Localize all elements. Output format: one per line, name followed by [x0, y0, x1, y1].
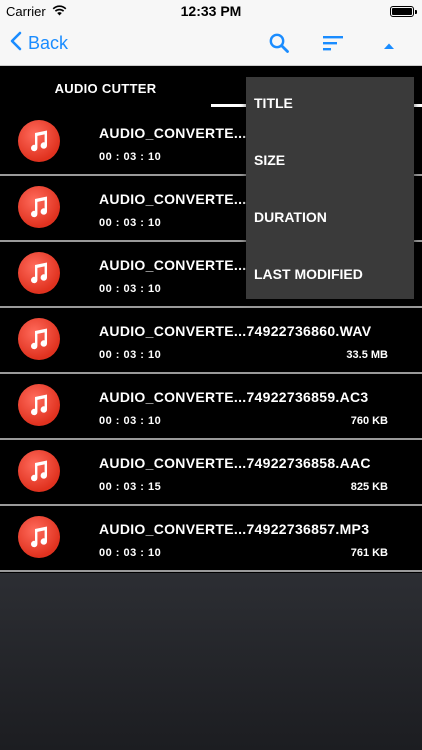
file-name: AUDIO_CONVERTE... [99, 191, 247, 207]
chevron-left-icon [10, 31, 22, 56]
file-size: 760 KB [350, 415, 388, 427]
sort-option-last-modified[interactable]: LAST MODIFIED [254, 266, 363, 282]
battery-icon [390, 6, 417, 17]
list-item[interactable]: AUDIO_CONVERTE...74922736859.AC3 00 : 03… [0, 374, 422, 440]
file-duration: 00 : 03 : 10 [99, 415, 162, 427]
list-item[interactable]: AUDIO_CONVERTE...74922736858.AAC 00 : 03… [0, 440, 422, 506]
file-name: AUDIO_CONVERTE... [99, 125, 247, 141]
clock: 12:33 PM [180, 3, 242, 19]
file-name: AUDIO_CONVERTE... [99, 257, 247, 273]
music-note-icon [18, 384, 60, 426]
status-bar: Carrier 12:33 PM [0, 0, 422, 22]
file-duration: 00 : 03 : 10 [99, 151, 162, 163]
back-label: Back [28, 33, 69, 53]
caret-up-icon[interactable] [382, 38, 396, 56]
sort-option-duration[interactable]: DURATION [254, 209, 327, 225]
music-note-icon [18, 516, 60, 558]
tab-audio-cutter[interactable]: AUDIO CUTTER [0, 81, 211, 96]
music-note-icon [18, 318, 60, 360]
music-note-icon [18, 120, 60, 162]
list-item[interactable]: AUDIO_CONVERTE...74922736857.MP3 00 : 03… [0, 506, 422, 572]
search-icon[interactable] [268, 32, 290, 59]
music-note-icon [18, 252, 60, 294]
list-item[interactable]: AUDIO_CONVERTE...74922736860.WAV 00 : 03… [0, 308, 422, 374]
sort-icon[interactable] [322, 34, 344, 57]
empty-background [0, 573, 422, 750]
back-button[interactable]: Back [10, 31, 68, 56]
file-size: 761 KB [350, 547, 388, 559]
navigation-bar: Back [0, 22, 422, 66]
sort-option-size[interactable]: SIZE [254, 152, 285, 168]
file-duration: 00 : 03 : 10 [99, 349, 162, 361]
file-duration: 00 : 03 : 10 [99, 547, 162, 559]
file-name: AUDIO_CONVERTE...74922736860.WAV [99, 323, 372, 339]
file-duration: 00 : 03 : 10 [99, 283, 162, 295]
file-duration: 00 : 03 : 15 [99, 481, 162, 493]
sort-option-title[interactable]: TITLE [254, 95, 293, 111]
music-note-icon [18, 186, 60, 228]
file-size: 33.5 MB [346, 349, 388, 361]
file-size: 825 KB [350, 481, 388, 493]
music-note-icon [18, 450, 60, 492]
file-name: AUDIO_CONVERTE...74922736857.MP3 [99, 521, 370, 537]
file-name: AUDIO_CONVERTE...74922736858.AAC [99, 455, 371, 471]
file-duration: 00 : 03 : 10 [99, 217, 162, 229]
sort-menu: TITLE SIZE DURATION LAST MODIFIED [246, 77, 414, 299]
file-name: AUDIO_CONVERTE...74922736859.AC3 [99, 389, 369, 405]
